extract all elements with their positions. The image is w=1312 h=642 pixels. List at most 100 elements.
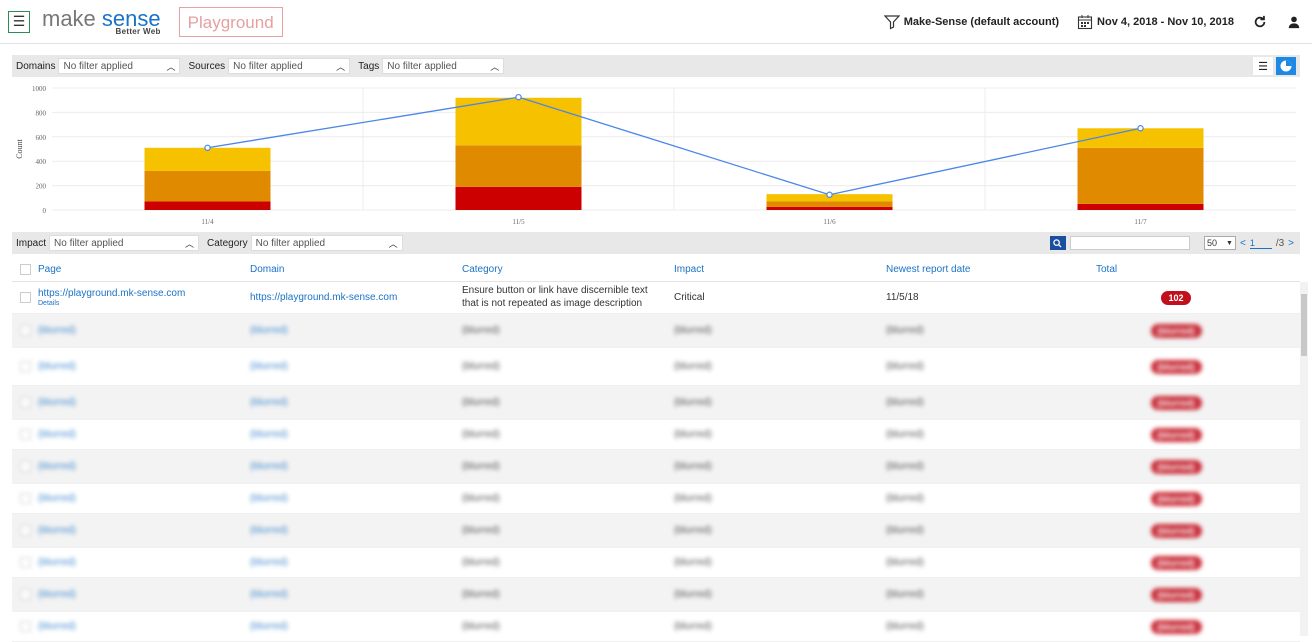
category-cell: (blurred) (462, 325, 500, 336)
date-range-picker[interactable]: Nov 4, 2018 - Nov 10, 2018 (1077, 14, 1234, 30)
domains-select[interactable]: No filter applied ︿ (58, 58, 181, 74)
calendar-icon (1077, 14, 1093, 30)
scrollbar-thumb[interactable] (1301, 294, 1307, 356)
page-link[interactable]: (blurred) (38, 525, 76, 536)
domain-link[interactable]: (blurred) (250, 493, 288, 504)
search-icon[interactable] (1049, 236, 1066, 250)
page-number-input[interactable]: 1 (1249, 238, 1272, 249)
col-header-date[interactable]: Newest report date (886, 264, 1096, 275)
row-checkbox[interactable] (19, 292, 31, 303)
date-range-text: Nov 4, 2018 - Nov 10, 2018 (1097, 16, 1234, 28)
domain-link[interactable]: https://playground.mk-sense.com (250, 292, 397, 303)
bar-segment (455, 145, 582, 187)
table-row[interactable]: (blurred) (blurred) (blurred) (blurred) (blu… (12, 548, 1300, 578)
category-cell: (blurred) (462, 493, 500, 504)
logo[interactable]: make sense Better Web (42, 7, 161, 36)
pie-chart-icon[interactable] (1276, 57, 1296, 75)
domain-link[interactable]: (blurred) (250, 397, 288, 408)
domain-link[interactable]: (blurred) (250, 325, 288, 336)
category-cell: (blurred) (462, 589, 500, 600)
trend-point (826, 191, 833, 198)
page-link[interactable]: https://playground.mk-sense.com (38, 288, 185, 299)
col-header-domain[interactable]: Domain (250, 264, 462, 275)
category-select[interactable]: No filter applied ︿ (250, 235, 403, 251)
category-cell: (blurred) (462, 557, 500, 568)
select-all-checkbox[interactable] (19, 264, 31, 275)
page-link[interactable]: (blurred) (38, 429, 76, 440)
row-checkbox[interactable] (19, 461, 31, 472)
next-page-button[interactable]: > (1288, 238, 1294, 249)
domain-link[interactable]: (blurred) (250, 557, 288, 568)
search-input[interactable] (1069, 236, 1190, 250)
table-row[interactable]: (blurred) (blurred) (blurred) (blurred) (blu… (12, 612, 1300, 642)
row-checkbox[interactable] (19, 361, 31, 372)
page-link[interactable]: (blurred) (38, 397, 76, 408)
impact-cell: (blurred) (674, 397, 712, 408)
menu-icon[interactable]: ☰ (8, 10, 30, 33)
bar-segment (1077, 203, 1204, 210)
page-link[interactable]: (blurred) (38, 361, 76, 372)
tags-select[interactable]: No filter applied ︿ (382, 58, 505, 74)
row-checkbox[interactable] (19, 525, 31, 536)
top-header: ☰ make sense Better Web Playground Make-… (0, 0, 1312, 44)
col-header-category[interactable]: Category (462, 264, 674, 275)
refresh-icon[interactable] (1252, 14, 1268, 30)
row-checkbox[interactable] (19, 589, 31, 600)
col-header-total[interactable]: Total (1096, 264, 1117, 275)
table-row[interactable]: (blurred) (blurred) (blurred) (blurred) (blu… (12, 314, 1300, 348)
domain-link[interactable]: (blurred) (250, 429, 288, 440)
row-checkbox[interactable] (19, 557, 31, 568)
domain-link[interactable]: (blurred) (250, 589, 288, 600)
impact-cell: (blurred) (674, 361, 712, 372)
table-row[interactable]: https://playground.mk-sense.com Details … (12, 282, 1300, 314)
sources-select[interactable]: No filter applied ︿ (228, 58, 351, 74)
page-link[interactable]: (blurred) (38, 621, 76, 632)
tags-label: Tags (358, 60, 380, 72)
row-checkbox[interactable] (19, 397, 31, 408)
chevron-up-icon: ︿ (336, 61, 346, 72)
scrollbar[interactable] (1300, 282, 1308, 636)
row-checkbox[interactable] (19, 493, 31, 504)
date-cell: (blurred) (886, 397, 924, 408)
table-row[interactable]: (blurred) (blurred) (blurred) (blurred) (blu… (12, 386, 1300, 420)
category-cell: (blurred) (462, 361, 500, 372)
prev-page-button[interactable]: < (1240, 238, 1246, 249)
y-tick-label: 200 (36, 183, 47, 191)
col-header-page[interactable]: Page (38, 264, 250, 275)
table-row[interactable]: (blurred) (blurred) (blurred) (blurred) (blu… (12, 450, 1300, 484)
chevron-up-icon: ︿ (185, 238, 195, 249)
domain-link[interactable]: (blurred) (250, 461, 288, 472)
col-header-impact[interactable]: Impact (674, 264, 886, 275)
trend-point (1137, 125, 1144, 132)
page-total: /3 (1275, 237, 1285, 249)
page-link[interactable]: (blurred) (38, 557, 76, 568)
page-link[interactable]: (blurred) (38, 325, 76, 336)
table-row[interactable]: (blurred) (blurred) (blurred) (blurred) (blu… (12, 348, 1300, 386)
table-row[interactable]: (blurred) (blurred) (blurred) (blurred) (blu… (12, 578, 1300, 612)
category-label: Category (207, 237, 248, 249)
user-icon[interactable] (1286, 14, 1302, 30)
row-checkbox[interactable] (19, 621, 31, 632)
impact-cell: (blurred) (674, 493, 712, 504)
report-count-chart: 0 200 400 600 800 1000 Count 11/4 11/5 11/6 11/7 (15, 85, 1296, 226)
account-selector[interactable]: Make-Sense (default account) (883, 14, 1059, 30)
domain-link[interactable]: (blurred) (250, 361, 288, 372)
page-link[interactable]: (blurred) (38, 589, 76, 600)
impact-label: Impact (16, 237, 47, 249)
domains-label: Domains (16, 60, 56, 72)
impact-select[interactable]: No filter applied ︿ (49, 235, 200, 251)
page-link[interactable]: (blurred) (38, 461, 76, 472)
domain-link[interactable]: (blurred) (250, 621, 288, 632)
table-row[interactable]: (blurred) (blurred) (blurred) (blurred) (blu… (12, 420, 1300, 450)
row-checkbox[interactable] (19, 429, 31, 440)
page-size-select[interactable]: 50 ▼ (1203, 236, 1236, 250)
details-link[interactable]: Details (38, 300, 250, 307)
list-view-icon[interactable]: ☰ (1253, 57, 1273, 75)
table-row[interactable]: (blurred) (blurred) (blurred) (blurred) (blu… (12, 484, 1300, 514)
domain-link[interactable]: (blurred) (250, 525, 288, 536)
table-row[interactable]: (blurred) (blurred) (blurred) (blurred) (blu… (12, 514, 1300, 548)
row-checkbox[interactable] (19, 325, 31, 336)
date-cell: (blurred) (886, 589, 924, 600)
total-badge: (blurred) (1150, 427, 1202, 442)
page-link[interactable]: (blurred) (38, 493, 76, 504)
